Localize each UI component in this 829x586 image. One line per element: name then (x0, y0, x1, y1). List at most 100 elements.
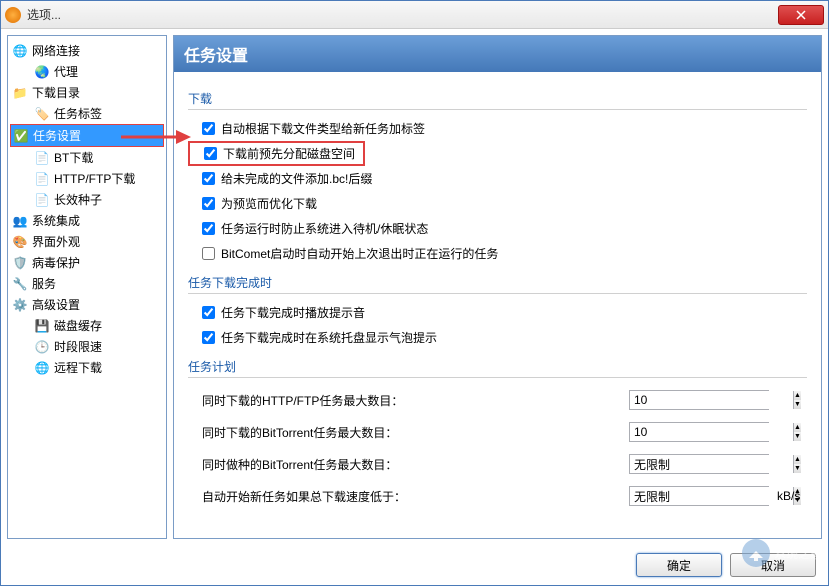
sidebar-item-disk-cache[interactable]: 💾磁盘缓存 (10, 315, 164, 336)
checkbox-preview[interactable] (202, 197, 215, 210)
sidebar-item-http-ftp[interactable]: 📄HTTP/FTP下载 (10, 168, 164, 189)
spin-up[interactable]: ▲ (794, 391, 801, 400)
checkbox-auto-tag[interactable] (202, 122, 215, 135)
opt-bc-suffix: 给未完成的文件添加.bc!后缀 (188, 166, 807, 191)
sidebar-item-label: 长效种子 (54, 191, 102, 208)
checkbox-autostart[interactable] (202, 247, 215, 260)
sidebar-item-label: BT下载 (54, 149, 93, 166)
sidebar-item-label: 任务设置 (33, 127, 81, 144)
spin-up[interactable]: ▲ (794, 423, 801, 432)
people-icon: 👥 (12, 213, 28, 229)
sidebar-item-advanced[interactable]: ⚙️高级设置 (10, 294, 164, 315)
ok-button[interactable]: 确定 (636, 553, 722, 577)
tag-icon: 🏷️ (34, 106, 50, 122)
opt-preview: 为预览而优化下载 (188, 191, 807, 216)
group-plan-label: 任务计划 (188, 358, 807, 378)
sidebar-item-task-settings[interactable]: ✅任务设置 (10, 124, 164, 147)
opt-label: BitComet启动时自动开始上次退出时正在运行的任务 (221, 245, 498, 262)
palette-icon: 🎨 (12, 234, 28, 250)
opt-autostart: BitComet启动时自动开始上次退出时正在运行的任务 (188, 241, 807, 266)
spin-down[interactable]: ▼ (794, 464, 801, 473)
checkbox-balloon[interactable] (202, 331, 215, 344)
spinner-max-bt: ▲▼ (629, 422, 769, 442)
sidebar-item-task-tags[interactable]: 🏷️任务标签 (10, 103, 164, 124)
wrench-icon: 🔧 (12, 276, 28, 292)
shield-icon: 🛡️ (12, 255, 28, 271)
options-window: 选项... 🌐网络连接 🌏代理 📁下载目录 🏷️任务标签 ✅任务设置 📄BT下载… (0, 0, 829, 586)
sidebar-item-proxy[interactable]: 🌏代理 (10, 61, 164, 82)
sidebar-item-time-limit[interactable]: 🕒时段限速 (10, 336, 164, 357)
sidebar-item-label: 系统集成 (32, 212, 80, 229)
checkbox-play-sound[interactable] (202, 306, 215, 319)
input-max-bt[interactable] (630, 423, 793, 441)
sidebar-item-download-dir[interactable]: 📁下载目录 (10, 82, 164, 103)
sidebar-item-label: 任务标签 (54, 105, 102, 122)
opt-label: 任务下载完成时播放提示音 (221, 304, 365, 321)
spinner-autostart-speed: ▲▼ (629, 486, 769, 506)
doc-icon: 📄 (34, 192, 50, 208)
sidebar-item-label: 下载目录 (32, 84, 80, 101)
opt-play-sound: 任务下载完成时播放提示音 (188, 300, 807, 325)
opt-preallocate: 下载前预先分配磁盘空间 (188, 141, 365, 166)
input-max-http[interactable] (630, 391, 793, 409)
checkbox-prevent-sleep[interactable] (202, 222, 215, 235)
sidebar-item-label: 代理 (54, 63, 78, 80)
opt-label: 为预览而优化下载 (221, 195, 317, 212)
group-complete-label: 任务下载完成时 (188, 274, 807, 294)
sidebar-item-label: 磁盘缓存 (54, 317, 102, 334)
opt-label: 下载前预先分配磁盘空间 (223, 145, 355, 162)
spinner-max-seed: ▲▼ (629, 454, 769, 474)
opt-label: 自动根据下载文件类型给新任务加标签 (221, 120, 425, 137)
globe-icon: 🌏 (34, 64, 50, 80)
sidebar-item-virus[interactable]: 🛡️病毒保护 (10, 252, 164, 273)
main-panel: 任务设置 下载 自动根据下载文件类型给新任务加标签 下载前预先分配磁盘空间 给未… (173, 35, 822, 539)
field-max-seed: 同时做种的BitTorrent任务最大数目： ▲▼ (188, 448, 807, 480)
sidebar-item-remote[interactable]: 🌐远程下载 (10, 357, 164, 378)
spin-down[interactable]: ▼ (794, 432, 801, 441)
input-autostart-speed[interactable] (630, 487, 793, 505)
opt-label: 任务下载完成时在系统托盘显示气泡提示 (221, 329, 437, 346)
opt-label: 任务运行时防止系统进入待机/休眠状态 (221, 220, 428, 237)
sidebar-item-long-seed[interactable]: 📄长效种子 (10, 189, 164, 210)
field-max-http: 同时下载的HTTP/FTP任务最大数目： ▲▼ (188, 384, 807, 416)
sidebar-item-label: 网络连接 (32, 42, 80, 59)
clock-icon: 🕒 (34, 339, 50, 355)
field-max-bt: 同时下载的BitTorrent任务最大数目： ▲▼ (188, 416, 807, 448)
field-label: 同时下载的BitTorrent任务最大数目： (202, 424, 397, 441)
spin-down[interactable]: ▼ (794, 400, 801, 409)
globe-icon: 🌐 (12, 43, 28, 59)
opt-auto-tag: 自动根据下载文件类型给新任务加标签 (188, 116, 807, 141)
sidebar-item-appearance[interactable]: 🎨界面外观 (10, 231, 164, 252)
checkbox-preallocate[interactable] (204, 147, 217, 160)
remote-icon: 🌐 (34, 360, 50, 376)
sidebar-item-label: 高级设置 (32, 296, 80, 313)
checkbox-bc-suffix[interactable] (202, 172, 215, 185)
field-label: 同时做种的BitTorrent任务最大数目： (202, 456, 397, 473)
footer: 确定 取消 (1, 545, 828, 585)
group-download-label: 下载 (188, 90, 807, 110)
sidebar-item-system-integration[interactable]: 👥系统集成 (10, 210, 164, 231)
input-max-seed[interactable] (630, 455, 793, 473)
unit: kB/s (777, 489, 807, 503)
sidebar-item-label: HTTP/FTP下载 (54, 170, 135, 187)
titlebar: 选项... (1, 1, 828, 29)
panel-body: 下载 自动根据下载文件类型给新任务加标签 下载前预先分配磁盘空间 给未完成的文件… (174, 72, 821, 538)
spin-up[interactable]: ▲ (794, 455, 801, 464)
folder-icon: 📁 (12, 85, 28, 101)
sidebar-item-label: 远程下载 (54, 359, 102, 376)
sidebar-item-label: 病毒保护 (32, 254, 80, 271)
gear-icon: ⚙️ (12, 297, 28, 313)
field-label: 同时下载的HTTP/FTP任务最大数目： (202, 392, 403, 409)
sidebar-item-bt-download[interactable]: 📄BT下载 (10, 147, 164, 168)
panel-title: 任务设置 (174, 36, 821, 72)
sidebar-item-label: 服务 (32, 275, 56, 292)
sidebar-item-network[interactable]: 🌐网络连接 (10, 40, 164, 61)
doc-icon: 📄 (34, 150, 50, 166)
cancel-button[interactable]: 取消 (730, 553, 816, 577)
opt-label: 给未完成的文件添加.bc!后缀 (221, 170, 372, 187)
sidebar-item-services[interactable]: 🔧服务 (10, 273, 164, 294)
check-icon: ✅ (13, 128, 29, 144)
sidebar-item-label: 界面外观 (32, 233, 80, 250)
close-icon (796, 10, 806, 20)
close-button[interactable] (778, 5, 824, 25)
